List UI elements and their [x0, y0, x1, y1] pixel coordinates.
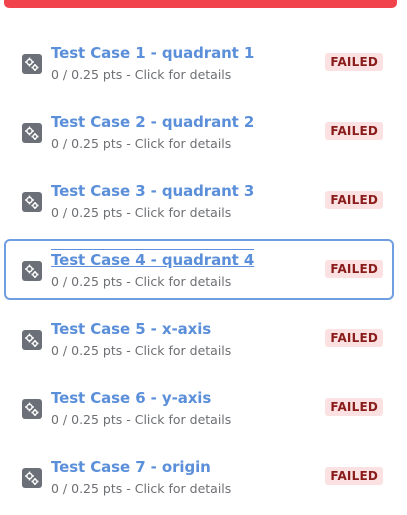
status-badge: FAILED	[325, 191, 383, 209]
test-case-title[interactable]: Test Case 3 - quadrant 3	[51, 182, 254, 200]
test-case-row[interactable]: Test Case 7 - origin 0 / 0.25 pts - Clic…	[4, 446, 394, 507]
status-badge: FAILED	[325, 398, 383, 416]
gears-icon	[22, 192, 42, 212]
status-badge: FAILED	[325, 260, 383, 278]
test-case-score: 0 / 0.25 pts - Click for details	[51, 481, 232, 496]
test-case-row[interactable]: Test Case 5 - x-axis 0 / 0.25 pts - Clic…	[4, 308, 394, 369]
test-case-row-focused[interactable]: Test Case 4 - quadrant 4 0 / 0.25 pts - …	[4, 239, 394, 300]
gears-icon	[22, 261, 42, 281]
test-case-title[interactable]: Test Case 1 - quadrant 1	[51, 44, 254, 62]
test-case-score: 0 / 0.25 pts - Click for details	[51, 274, 232, 289]
test-case-row[interactable]: Test Case 3 - quadrant 3 0 / 0.25 pts - …	[4, 170, 394, 231]
test-case-row[interactable]: Test Case 2 - quadrant 2 0 / 0.25 pts - …	[4, 101, 394, 162]
status-badge: FAILED	[325, 53, 383, 71]
test-case-title[interactable]: Test Case 7 - origin	[51, 458, 211, 476]
test-case-title[interactable]: Test Case 4 - quadrant 4	[51, 249, 255, 269]
gears-icon	[22, 54, 42, 74]
status-bar	[4, 0, 397, 8]
gears-icon	[22, 123, 42, 143]
test-case-score: 0 / 0.25 pts - Click for details	[51, 205, 232, 220]
test-case-row[interactable]: Test Case 1 - quadrant 1 0 / 0.25 pts - …	[4, 32, 394, 93]
test-case-score: 0 / 0.25 pts - Click for details	[51, 136, 232, 151]
gears-icon	[22, 330, 42, 350]
test-case-score: 0 / 0.25 pts - Click for details	[51, 67, 232, 82]
test-case-title[interactable]: Test Case 6 - y-axis	[51, 389, 211, 407]
status-badge: FAILED	[325, 329, 383, 347]
gears-icon	[22, 468, 42, 488]
test-case-title[interactable]: Test Case 5 - x-axis	[51, 320, 211, 338]
test-case-list: Test Case 1 - quadrant 1 0 / 0.25 pts - …	[0, 32, 407, 515]
test-case-title[interactable]: Test Case 2 - quadrant 2	[51, 113, 254, 131]
test-case-score: 0 / 0.25 pts - Click for details	[51, 412, 232, 427]
test-case-row[interactable]: Test Case 6 - y-axis 0 / 0.25 pts - Clic…	[4, 377, 394, 438]
status-badge: FAILED	[325, 122, 383, 140]
status-badge: FAILED	[325, 467, 383, 485]
test-case-score: 0 / 0.25 pts - Click for details	[51, 343, 232, 358]
gears-icon	[22, 399, 42, 419]
